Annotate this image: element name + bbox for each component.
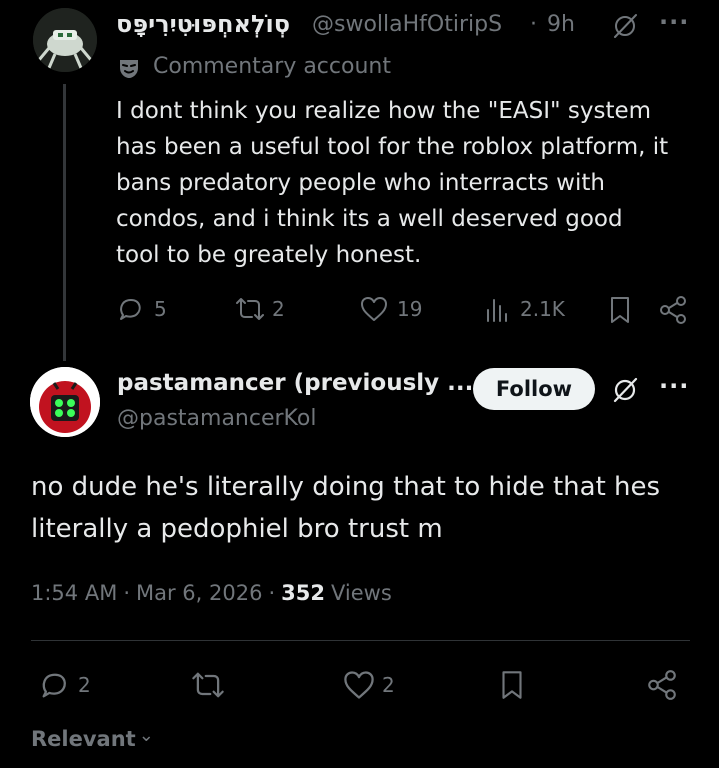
parent-post-text: I dont think you realize how the "EASI" …	[116, 93, 668, 273]
parent-display-name[interactable]: סְוֹלְאחְפּוּטִיִרִיפָּס	[116, 10, 290, 38]
main-handle[interactable]: @pastamancerKol	[117, 406, 316, 431]
parent-handle[interactable]: @swollaHfOtiripS	[312, 12, 502, 37]
views-count: 2.1K	[520, 297, 565, 321]
meta-separator: ·	[123, 581, 131, 605]
main-like-count: 2	[382, 673, 395, 697]
main-post-text: no dude he's literally doing that to hid…	[31, 466, 660, 550]
like-count: 19	[397, 297, 423, 321]
parent-text-line: I dont think you realize how the "EASI" …	[116, 98, 652, 124]
theater-mask-icon	[117, 56, 141, 80]
chevron-down-icon: ⌄	[138, 725, 154, 746]
parent-text-line: has been a useful tool for the roblox pl…	[116, 134, 669, 160]
thread-connector-line	[63, 84, 66, 361]
share-icon[interactable]	[657, 294, 689, 326]
main-text-line: literally a pedophiel bro trust m	[31, 514, 443, 544]
heart-icon	[342, 668, 376, 702]
main-avatar[interactable]	[30, 367, 100, 437]
repost-button[interactable]: 2	[234, 294, 285, 324]
grok-icon[interactable]	[609, 374, 641, 406]
bookmark-icon[interactable]	[605, 294, 635, 326]
reply-icon	[38, 668, 72, 702]
divider-top	[31, 640, 690, 641]
views-button[interactable]: 2.1K	[484, 294, 565, 324]
heart-icon	[359, 294, 389, 324]
main-like-button[interactable]: 2	[342, 668, 395, 702]
main-reply-button[interactable]: 2	[38, 668, 91, 702]
sort-replies-dropdown[interactable]: Relevant ⌄	[31, 725, 154, 752]
parent-avatar[interactable]	[33, 8, 97, 72]
parent-text-line: tool to be greately honest.	[116, 242, 422, 268]
parent-text-line: bans predatory people who interracts wit…	[116, 170, 605, 196]
main-display-name[interactable]: pastamancer (previously ...	[117, 370, 473, 396]
like-button[interactable]: 19	[359, 294, 422, 324]
repost-count: 2	[272, 297, 285, 321]
views-label: Views	[331, 581, 392, 605]
parent-more-options-icon[interactable]: ···	[659, 8, 689, 36]
main-reply-count: 2	[78, 673, 91, 697]
analytics-icon	[484, 294, 512, 324]
main-repost-button[interactable]	[190, 668, 226, 702]
follow-button[interactable]: Follow	[473, 368, 595, 410]
grok-icon[interactable]	[609, 10, 641, 42]
reply-button[interactable]: 5	[116, 294, 167, 324]
reply-icon	[116, 294, 146, 324]
label-commentary-account[interactable]: Commentary account	[153, 54, 391, 79]
main-text-line: no dude he's literally doing that to hid…	[31, 472, 661, 502]
post-time[interactable]: 1:54 AM	[31, 581, 117, 605]
post-date[interactable]: Mar 6, 2026	[136, 581, 262, 605]
parent-time-separator: ·	[530, 12, 537, 37]
main-share-icon[interactable]	[645, 668, 679, 702]
meta-separator: ·	[268, 581, 276, 605]
repost-icon	[234, 294, 266, 324]
parent-time[interactable]: 9h	[547, 12, 575, 37]
parent-text-line: condos, and i think its a well deserved …	[116, 206, 623, 232]
reply-count: 5	[154, 297, 167, 321]
post-metadata: 1:54 AM · Mar 6, 2026 · 352 Views	[31, 581, 392, 605]
main-bookmark-icon[interactable]	[496, 668, 528, 702]
main-more-options-icon[interactable]: ···	[659, 372, 689, 400]
sort-label: Relevant	[31, 727, 136, 751]
views-count-main: 352	[281, 581, 325, 605]
